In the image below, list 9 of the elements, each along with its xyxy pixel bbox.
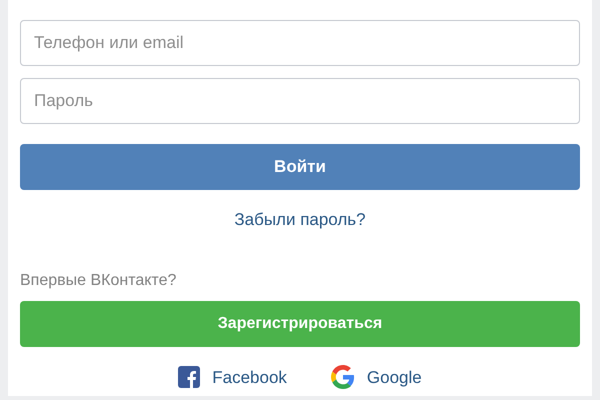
facebook-icon (178, 366, 200, 388)
login-button[interactable]: Войти (20, 144, 580, 190)
social-login-link[interactable]: Google (366, 364, 422, 390)
signup-prompt: Впервые ВКонтакте? (20, 270, 176, 290)
social-login-link[interactable]: Facebook (212, 364, 287, 390)
google-icon (330, 365, 355, 390)
phone-email-field[interactable]: Телефон или email (20, 20, 580, 66)
password-field[interactable]: Пароль (20, 78, 580, 124)
forgot-password-link[interactable]: Забыли пароль? (234, 207, 366, 232)
